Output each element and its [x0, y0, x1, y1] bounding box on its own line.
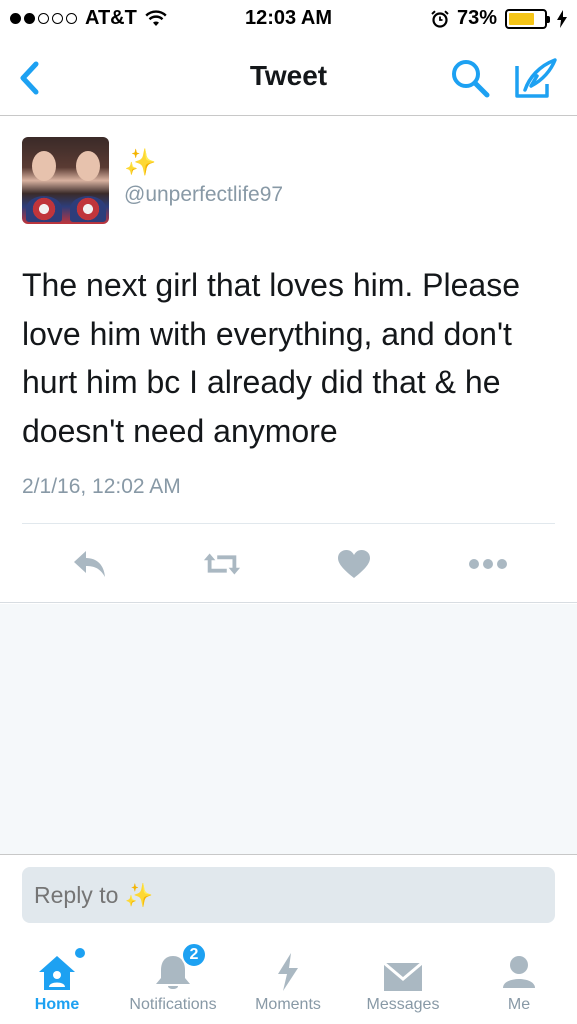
display-name[interactable]: ✨ [124, 147, 156, 178]
like-button[interactable] [334, 547, 374, 581]
new-content-dot [75, 948, 85, 958]
avatar-photo-right [65, 137, 109, 224]
person-icon [500, 936, 538, 992]
alarm-icon [431, 9, 449, 28]
navigation-bar: Tweet [0, 38, 577, 116]
reply-bar [0, 854, 577, 936]
tab-moments[interactable]: Moments [248, 936, 328, 1024]
tab-messages-label: Messages [366, 996, 440, 1013]
battery-fill [509, 12, 534, 25]
tweet-timestamp: 2/1/16, 12:02 AM [22, 475, 181, 498]
tab-notifications-label: Notifications [129, 996, 217, 1013]
more-options-button[interactable] [468, 547, 508, 581]
reply-button[interactable] [70, 547, 110, 581]
tab-me-label: Me [507, 996, 531, 1013]
tweet-detail: ✨ @unperfectlife97 The next girl that lo… [0, 117, 577, 603]
reply-input[interactable] [22, 867, 555, 923]
compose-tweet-icon[interactable] [513, 56, 559, 100]
tab-home[interactable]: Home [22, 936, 92, 1024]
retweet-icon [203, 553, 241, 575]
tab-notifications[interactable]: 2 Notifications [118, 936, 228, 1024]
status-right: 73% [431, 7, 567, 30]
lightning-icon [274, 936, 302, 992]
tab-me[interactable]: Me [494, 936, 544, 1024]
retweet-button[interactable] [202, 547, 242, 581]
tab-moments-label: Moments [255, 996, 321, 1013]
tab-bar: Home 2 Notifications Moments Messages Me [0, 936, 577, 1024]
avatar-photo-left [22, 137, 66, 224]
bell-icon: 2 [153, 936, 207, 992]
tab-home-label: Home [34, 996, 80, 1013]
notification-badge: 2 [181, 942, 207, 968]
tab-messages[interactable]: Messages [358, 936, 448, 1024]
status-bar: AT&T 12:03 AM 73% [0, 0, 577, 38]
tweet-actions [0, 523, 577, 603]
tweet-text: The next girl that loves him. Please lov… [22, 267, 521, 449]
user-handle[interactable]: @unperfectlife97 [124, 183, 283, 207]
home-icon [37, 936, 85, 992]
envelope-icon [383, 936, 423, 992]
more-dots-icon [469, 559, 507, 569]
battery-icon [505, 8, 550, 29]
charging-bolt-icon [557, 9, 567, 28]
search-icon[interactable] [448, 56, 492, 100]
replies-area [0, 604, 577, 854]
reply-icon [74, 551, 105, 577]
heart-icon [338, 550, 370, 578]
avatar[interactable] [22, 137, 109, 224]
battery-percent: 73% [456, 7, 497, 29]
